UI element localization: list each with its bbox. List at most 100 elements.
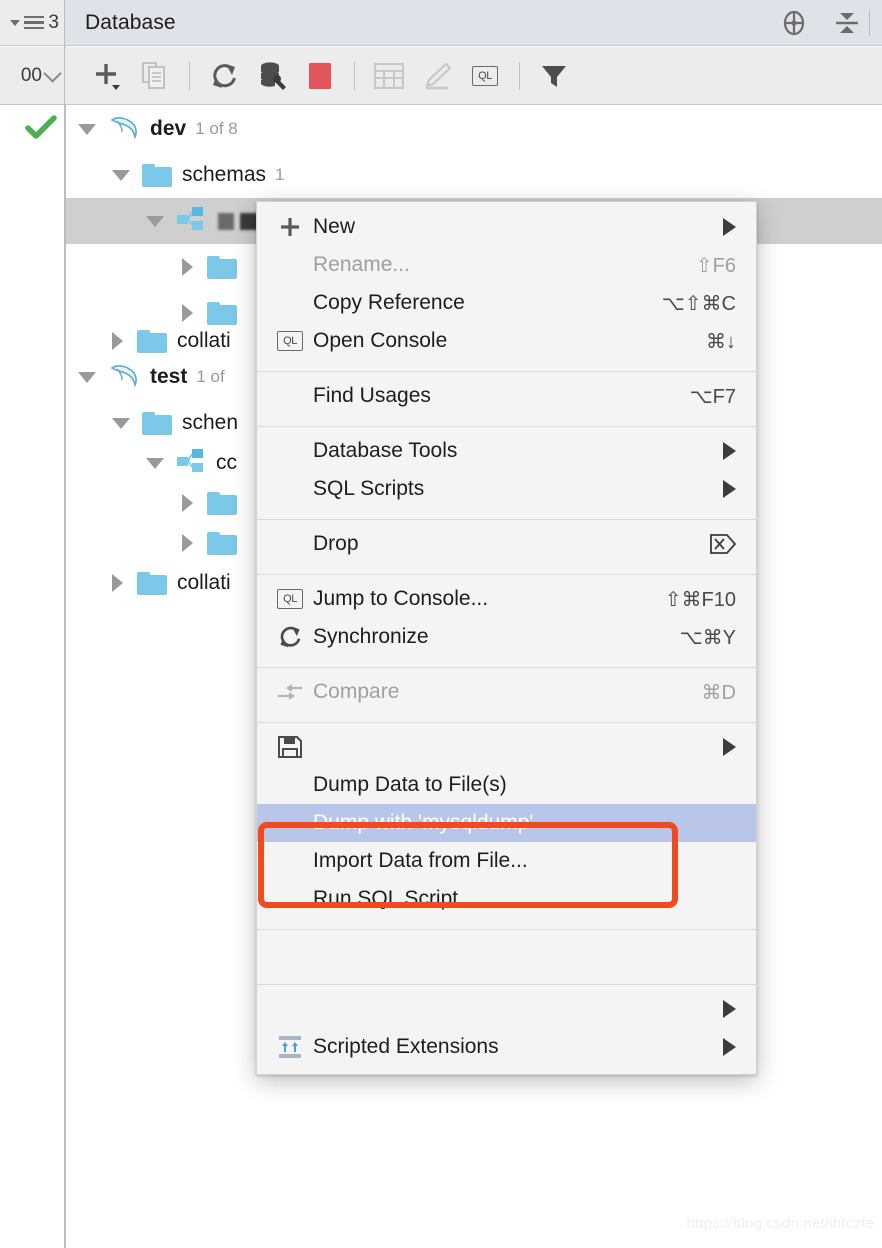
menu-item-database-tools[interactable]: Database Tools <box>257 432 756 470</box>
compare-arrows-icon <box>275 679 305 705</box>
screen-root: 3 00 Database <box>0 0 882 1248</box>
chevron-down-icon <box>43 64 61 82</box>
add-button[interactable] <box>83 53 131 99</box>
tree-item-count: 1 <box>275 165 284 185</box>
stop-button[interactable] <box>296 53 344 99</box>
ql-console-icon: QL <box>275 586 305 612</box>
menu-item-shortcut: ⌘D <box>702 680 756 705</box>
menu-item-scripted-extensions[interactable] <box>257 990 756 1028</box>
menu-item-label: Open Console <box>313 329 447 353</box>
plus-with-dropdown-icon <box>92 61 122 91</box>
ql-console-icon: QL <box>472 66 498 86</box>
submenu-arrow-icon <box>723 218 736 236</box>
twisty-expanded-icon[interactable] <box>146 458 164 469</box>
menu-item-label: Scripted Extensions <box>313 1035 499 1059</box>
tree-row[interactable]: dev 1 of 8 <box>66 106 882 152</box>
twisty-collapsed-icon[interactable] <box>112 574 123 592</box>
context-menu: New Rename... ⇧F6 Copy Reference ⌥⇧⌘C QL… <box>256 201 757 1075</box>
twisty-collapsed-icon[interactable] <box>182 494 193 512</box>
toolbar-separator <box>519 62 520 90</box>
tree-item-label: collati <box>177 329 231 353</box>
menu-item-run-sql-script[interactable]: Import Data from File... <box>257 842 756 880</box>
refresh-icon <box>275 624 305 650</box>
panel-header-actions <box>780 9 882 37</box>
twisty-expanded-icon[interactable] <box>112 170 130 181</box>
menu-item-color-settings[interactable] <box>257 935 756 973</box>
left-strip-row-value[interactable]: 00 <box>0 47 65 105</box>
collapse-all-icon[interactable] <box>834 9 860 37</box>
menu-item-drop[interactable]: Drop <box>257 525 756 563</box>
database-panel-header: Database <box>65 0 882 46</box>
open-console-button[interactable]: QL <box>461 53 509 99</box>
menu-item-compare: Compare ⌘D <box>257 673 756 711</box>
menu-item-label: Dump Data to File(s) <box>313 773 507 797</box>
mysql-dolphin-icon <box>108 361 140 394</box>
menu-item-shortcut: ⌘↓ <box>706 329 756 354</box>
menu-item-shortcut <box>710 534 756 554</box>
menu-item-label: Rename... <box>313 253 410 277</box>
menu-item-jump-to-console[interactable]: QL Jump to Console... ⇧⌘F10 <box>257 580 756 618</box>
filter-button[interactable] <box>530 53 578 99</box>
folder-icon <box>137 330 167 353</box>
menu-separator <box>257 426 756 427</box>
green-check-cell <box>0 106 65 150</box>
menu-item-find-usages[interactable]: Find Usages ⌥F7 <box>257 377 756 415</box>
tree-row[interactable]: schemas 1 <box>66 152 882 198</box>
menu-item-restore-with-mysql[interactable]: Run SQL Script... <box>257 880 756 918</box>
modify-button[interactable] <box>413 53 461 99</box>
pencil-icon <box>422 62 452 90</box>
menu-item-sql-scripts[interactable]: SQL Scripts <box>257 470 756 508</box>
twisty-collapsed-icon[interactable] <box>182 534 193 552</box>
table-editor-button[interactable] <box>365 53 413 99</box>
twisty-collapsed-icon[interactable] <box>112 332 123 350</box>
left-strip-count-value: 3 <box>48 12 59 34</box>
drop-x-icon <box>710 534 736 554</box>
watermark-text: https://blog.csdn.net/ihtczte <box>686 1215 874 1232</box>
menu-item-label: Copy Reference <box>313 291 465 315</box>
tree-item-label: schen <box>182 411 238 435</box>
schema-icon <box>176 206 206 237</box>
menu-item-rename: Rename... ⇧F6 <box>257 246 756 284</box>
twisty-expanded-icon[interactable] <box>112 418 130 429</box>
menu-item-synchronize[interactable]: Synchronize ⌥⌘Y <box>257 618 756 656</box>
submenu-arrow-icon <box>723 1038 736 1056</box>
menu-item-shortcut: ⇧⌘F10 <box>665 587 756 612</box>
twisty-expanded-icon[interactable] <box>78 124 96 135</box>
db-wrench-icon <box>256 61 288 91</box>
menu-item-shortcut: ⇧F6 <box>696 253 756 278</box>
twisty-expanded-icon[interactable] <box>146 216 164 227</box>
twisty-expanded-icon[interactable] <box>78 372 96 383</box>
folder-icon <box>207 532 237 555</box>
diagram-icon <box>275 1034 305 1060</box>
menu-separator <box>257 574 756 575</box>
green-check-icon <box>25 115 57 141</box>
menu-separator <box>257 519 756 520</box>
stop-square-icon <box>309 63 331 89</box>
menu-item-dump-with-mysqldump[interactable]: Dump Data to File(s) <box>257 766 756 804</box>
menu-item-new[interactable]: New <box>257 208 756 246</box>
menu-separator <box>257 371 756 372</box>
refresh-button[interactable] <box>200 53 248 99</box>
menu-item-shortcut: ⌥⇧⌘C <box>662 291 756 316</box>
menu-item-import-data-from-file[interactable]: Dump with 'mysqldump' <box>257 804 756 842</box>
submenu-arrow-icon <box>723 738 736 756</box>
copy-icon <box>142 62 168 90</box>
toolbar-separator <box>189 62 190 90</box>
left-strip-value-text: 00 <box>21 65 42 87</box>
menu-item-copy-reference[interactable]: Copy Reference ⌥⇧⌘C <box>257 284 756 322</box>
locate-target-icon[interactable] <box>780 9 808 37</box>
tree-item-label: cc <box>216 451 237 475</box>
menu-item-shortcut: ⌥⌘Y <box>680 625 756 650</box>
submenu-arrow-icon <box>723 480 736 498</box>
submenu-arrow-icon <box>723 442 736 460</box>
duplicate-button[interactable] <box>131 53 179 99</box>
tree-item-count: 1 of 8 <box>195 119 238 139</box>
menu-separator <box>257 722 756 723</box>
menu-item-diagrams[interactable]: Scripted Extensions <box>257 1028 756 1066</box>
data-source-properties-button[interactable] <box>248 53 296 99</box>
table-grid-icon <box>374 63 404 89</box>
left-strip-row-count[interactable]: 3 <box>0 0 65 46</box>
twisty-collapsed-icon[interactable] <box>182 258 193 276</box>
menu-item-dump-data-to-files[interactable] <box>257 728 756 766</box>
menu-item-open-console[interactable]: QL Open Console ⌘↓ <box>257 322 756 360</box>
